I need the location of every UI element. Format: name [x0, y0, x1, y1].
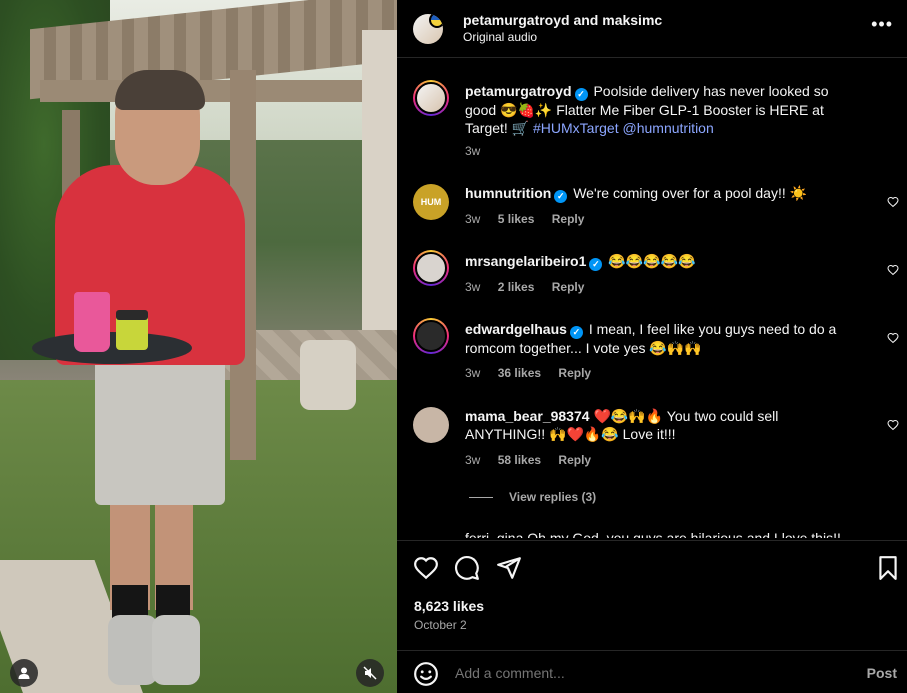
post-date[interactable]: October 2: [414, 618, 467, 632]
author-link[interactable]: maksimc: [602, 12, 662, 28]
username-link[interactable]: mama_bear_98374: [465, 408, 590, 424]
mute-button[interactable]: [356, 659, 384, 687]
person-icon: [18, 667, 30, 679]
heart-icon[interactable]: [887, 196, 899, 208]
verified-badge-icon: ✓: [589, 258, 603, 271]
send-icon[interactable]: [496, 555, 522, 581]
and-text: and: [573, 12, 599, 28]
like-count[interactable]: 8,623 likes: [414, 598, 484, 614]
more-options-button[interactable]: •••: [871, 14, 893, 34]
comment-body: We're coming over for a pool day!! ☀️: [573, 185, 808, 201]
timestamp[interactable]: 3w: [465, 212, 480, 226]
comment-body: 😂😂😂😂😂: [608, 253, 696, 269]
divider-line: [469, 497, 493, 499]
comment-text: edwardgelhaus ✓ I mean, I feel like you g…: [465, 320, 860, 357]
post-authors: petamurgatroyd and maksimc: [463, 12, 662, 28]
speaker-muted-icon: [363, 666, 377, 680]
post-header: petamurgatroyd and maksimc Original audi…: [397, 0, 907, 58]
timestamp[interactable]: 3w: [465, 366, 480, 380]
heart-icon[interactable]: [887, 419, 899, 431]
view-replies-label: View replies (3): [509, 490, 597, 504]
pink-drink: [74, 292, 110, 352]
comment-text: mama_bear_98374 ❤️😂🙌🔥 You two could sell…: [465, 407, 860, 443]
more-horizontal-icon: •••: [871, 14, 893, 34]
flag-badge: [429, 14, 443, 28]
avatar[interactable]: [413, 14, 443, 44]
username-link[interactable]: humnutrition: [465, 185, 551, 201]
audio-link[interactable]: Original audio: [463, 30, 537, 44]
person-shorts: [95, 355, 225, 505]
comment-icon[interactable]: [454, 555, 480, 581]
verified-badge-icon: ✓: [569, 326, 583, 339]
hashtag-link[interactable]: #HUMxTarget: [533, 120, 619, 136]
post-comment-button[interactable]: Post: [867, 665, 897, 681]
timestamp[interactable]: 3w: [465, 453, 480, 467]
username-link[interactable]: petamurgatroyd: [465, 83, 572, 99]
pergola-beam: [40, 80, 397, 102]
add-comment-bar: Post: [397, 650, 907, 693]
reply-button[interactable]: Reply: [558, 453, 591, 467]
caption-text: petamurgatroyd ✓ Poolside delivery has ne…: [465, 82, 860, 137]
reply-button[interactable]: Reply: [552, 280, 585, 294]
bookmark-icon[interactable]: [875, 555, 901, 581]
planter: [300, 340, 356, 410]
like-count[interactable]: 58 likes: [498, 453, 541, 467]
reply-button[interactable]: Reply: [558, 366, 591, 380]
comment-meta: 3w 58 likes Reply: [465, 453, 605, 467]
shoe: [108, 615, 158, 685]
view-replies-button[interactable]: View replies (3): [469, 490, 596, 504]
comment-input[interactable]: [455, 665, 815, 681]
author-link[interactable]: petamurgatroyd: [463, 12, 570, 28]
heart-icon[interactable]: [413, 555, 439, 581]
avatar[interactable]: HUM: [413, 184, 449, 220]
partial-comment: ferri_gina Oh my God, you guys are hilar…: [465, 530, 841, 538]
jar-lid: [116, 310, 148, 320]
serving-tray: [32, 332, 192, 364]
timestamp[interactable]: 3w: [465, 144, 480, 158]
comments-list[interactable]: petamurgatroyd ✓ Poolside delivery has ne…: [397, 58, 907, 538]
tagged-people-button[interactable]: [10, 659, 38, 687]
heart-icon[interactable]: [887, 264, 899, 276]
comment-text: humnutrition ✓ We're coming over for a po…: [465, 184, 860, 203]
action-bar: 8,623 likes October 2: [397, 540, 907, 645]
post-details-panel: petamurgatroyd and maksimc Original audi…: [397, 0, 907, 693]
caption-meta: 3w: [465, 144, 494, 158]
shoe: [152, 615, 200, 685]
person-hair: [115, 70, 205, 110]
verified-badge-icon: ✓: [554, 190, 568, 203]
username-link[interactable]: edwardgelhaus: [465, 321, 567, 337]
like-count[interactable]: 2 likes: [498, 280, 535, 294]
verified-badge-icon: ✓: [574, 88, 588, 101]
comment-meta: 3w 36 likes Reply: [465, 366, 605, 380]
avatar[interactable]: [413, 80, 449, 116]
username-link[interactable]: mrsangelaribeiro1: [465, 253, 586, 269]
comment-meta: 3w 5 likes Reply: [465, 212, 598, 226]
avatar[interactable]: [413, 407, 449, 443]
avatar[interactable]: [413, 318, 449, 354]
comment-meta: 3w 2 likes Reply: [465, 280, 598, 294]
like-count[interactable]: 36 likes: [498, 366, 541, 380]
avatar[interactable]: [413, 250, 449, 286]
like-count[interactable]: 5 likes: [498, 212, 535, 226]
post-media[interactable]: [0, 0, 397, 693]
reply-button[interactable]: Reply: [552, 212, 585, 226]
comment-text: mrsangelaribeiro1 ✓ 😂😂😂😂😂: [465, 252, 860, 271]
timestamp[interactable]: 3w: [465, 280, 480, 294]
heart-icon[interactable]: [887, 332, 899, 344]
emoji-icon[interactable]: [413, 661, 439, 687]
mention-link[interactable]: @humnutrition: [623, 120, 714, 136]
